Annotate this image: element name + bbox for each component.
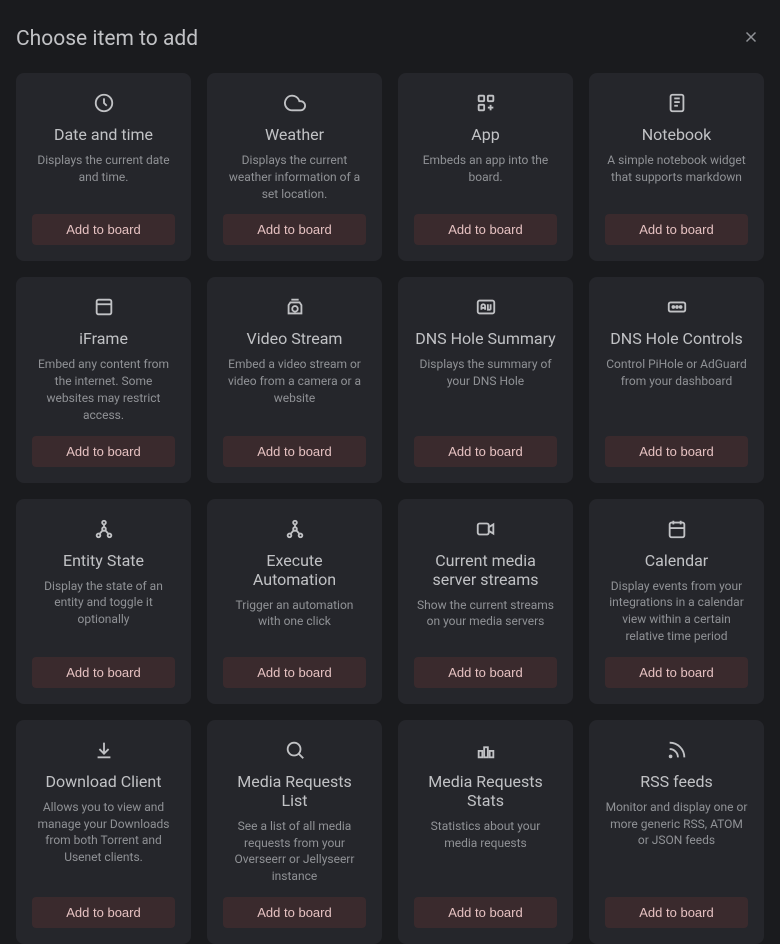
- widget-card: Execute Automation Trigger an automation …: [207, 499, 382, 704]
- modal-title: Choose item to add: [16, 27, 198, 51]
- widget-card: Media Requests Stats Statistics about you…: [398, 720, 573, 944]
- camera-icon: [284, 293, 306, 321]
- download-icon: [93, 736, 115, 764]
- widget-card: App Embeds an app into the board. Add to b…: [398, 73, 573, 261]
- add-to-board-button[interactable]: Add to board: [223, 897, 366, 928]
- add-to-board-button[interactable]: Add to board: [605, 436, 748, 467]
- card-title: Video Stream: [247, 329, 343, 348]
- tree-icon: [284, 515, 306, 543]
- card-description: A simple notebook widget that supports m…: [605, 152, 748, 202]
- card-description: See a list of all media requests from yo…: [223, 818, 366, 885]
- rss-icon: [666, 736, 688, 764]
- card-description: Allows you to view and manage your Downl…: [32, 799, 175, 885]
- add-to-board-button[interactable]: Add to board: [605, 897, 748, 928]
- add-to-board-button[interactable]: Add to board: [32, 436, 175, 467]
- apps-icon: [475, 89, 497, 117]
- card-description: Control PiHole or AdGuard from your dash…: [605, 356, 748, 423]
- widget-card: Weather Displays the current weather info…: [207, 73, 382, 261]
- controls-icon: [666, 293, 688, 321]
- widget-card: RSS feeds Monitor and display one or more…: [589, 720, 764, 944]
- close-button[interactable]: [738, 24, 764, 53]
- card-title: Entity State: [63, 551, 144, 570]
- iframe-icon: [93, 293, 115, 321]
- card-title: Execute Automation: [223, 551, 366, 589]
- add-to-board-button[interactable]: Add to board: [414, 436, 557, 467]
- card-description: Embeds an app into the board.: [414, 152, 557, 202]
- card-title: Date and time: [54, 125, 153, 144]
- widget-card: Download Client Allows you to view and ma…: [16, 720, 191, 944]
- card-title: iFrame: [79, 329, 128, 348]
- stats-icon: [475, 736, 497, 764]
- card-description: Display events from your integrations in…: [605, 578, 748, 645]
- card-description: Displays the summary of your DNS Hole: [414, 356, 557, 423]
- widget-card: Date and time Displays the current date a…: [16, 73, 191, 261]
- card-description: Displays the current date and time.: [32, 152, 175, 202]
- widget-card: Media Requests List See a list of all med…: [207, 720, 382, 944]
- card-title: Current media server streams: [414, 551, 557, 589]
- add-to-board-button[interactable]: Add to board: [223, 214, 366, 245]
- add-to-board-button[interactable]: Add to board: [32, 657, 175, 688]
- widget-card: iFrame Embed any content from the interne…: [16, 277, 191, 482]
- card-title: DNS Hole Controls: [610, 329, 742, 348]
- card-description: Embed any content from the internet. Som…: [32, 356, 175, 423]
- card-title: Media Requests Stats: [414, 772, 557, 810]
- add-to-board-button[interactable]: Add to board: [605, 657, 748, 688]
- card-title: App: [471, 125, 499, 144]
- tree-icon: [93, 515, 115, 543]
- modal-header: Choose item to add: [16, 16, 764, 73]
- add-to-board-button[interactable]: Add to board: [32, 897, 175, 928]
- card-title: RSS feeds: [640, 772, 712, 791]
- ad-icon: [475, 293, 497, 321]
- add-to-board-button[interactable]: Add to board: [414, 897, 557, 928]
- card-title: Calendar: [645, 551, 708, 570]
- close-icon: [742, 28, 760, 49]
- cloud-icon: [284, 89, 306, 117]
- widget-card: Calendar Display events from your integra…: [589, 499, 764, 704]
- card-description: Display the state of an entity and toggl…: [32, 578, 175, 645]
- card-title: DNS Hole Summary: [415, 329, 555, 348]
- widget-card: Video Stream Embed a video stream or vide…: [207, 277, 382, 482]
- card-description: Statistics about your media requests: [414, 818, 557, 885]
- add-to-board-button[interactable]: Add to board: [414, 214, 557, 245]
- card-title: Notebook: [642, 125, 712, 144]
- add-to-board-button[interactable]: Add to board: [605, 214, 748, 245]
- add-to-board-button[interactable]: Add to board: [414, 657, 557, 688]
- card-description: Displays the current weather information…: [223, 152, 366, 202]
- widget-card: Entity State Display the state of an enti…: [16, 499, 191, 704]
- calendar-icon: [666, 515, 688, 543]
- add-to-board-button[interactable]: Add to board: [223, 436, 366, 467]
- card-description: Show the current streams on your media s…: [414, 597, 557, 645]
- widget-card: Current media server streams Show the cur…: [398, 499, 573, 704]
- add-to-board-button[interactable]: Add to board: [32, 214, 175, 245]
- widget-card: Notebook A simple notebook widget that su…: [589, 73, 764, 261]
- card-description: Trigger an automation with one click: [223, 597, 366, 645]
- add-to-board-button[interactable]: Add to board: [223, 657, 366, 688]
- card-title: Weather: [265, 125, 324, 144]
- notebook-icon: [666, 89, 688, 117]
- clock-icon: [93, 89, 115, 117]
- card-description: Embed a video stream or video from a cam…: [223, 356, 366, 423]
- widget-card: DNS Hole Summary Displays the summary of …: [398, 277, 573, 482]
- widget-card: DNS Hole Controls Control PiHole or AdGua…: [589, 277, 764, 482]
- card-title: Download Client: [46, 772, 162, 791]
- widget-grid: Date and time Displays the current date a…: [16, 73, 764, 944]
- video-icon: [475, 515, 497, 543]
- search-icon: [284, 736, 306, 764]
- card-description: Monitor and display one or more generic …: [605, 799, 748, 885]
- card-title: Media Requests List: [223, 772, 366, 810]
